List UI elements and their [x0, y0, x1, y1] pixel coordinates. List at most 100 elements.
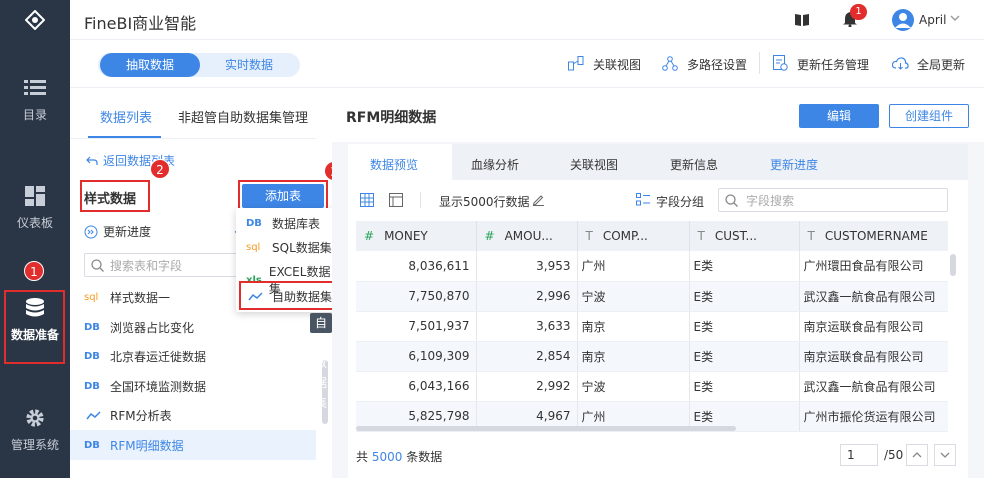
- column-header[interactable]: # MONEY: [356, 221, 477, 251]
- global-update-button[interactable]: 全局更新: [917, 56, 965, 73]
- table-row[interactable]: 6,043,166 2,992 宁波 E类 武汉鑫一航食品有限公司: [356, 371, 948, 402]
- relation-view-button[interactable]: 关联视图: [593, 56, 641, 73]
- list-item[interactable]: RFM分析表: [84, 407, 172, 424]
- list-item[interactable]: DB 全国环境监测数据: [84, 378, 206, 395]
- tab-self-service-admin[interactable]: 非超管自助数据集管理: [178, 107, 308, 126]
- dropdown-item-database-table[interactable]: DB 数据库表: [246, 215, 320, 232]
- update-progress-label: 更新进度: [103, 225, 152, 239]
- avatar[interactable]: [892, 9, 914, 31]
- dropdown-item-label: 数据库表: [272, 217, 321, 231]
- annotation-highlight: [80, 180, 150, 212]
- multipath-settings-button[interactable]: 多路径设置: [687, 56, 747, 73]
- field-group-button[interactable]: 字段分组: [656, 193, 704, 210]
- search-icon: [91, 258, 104, 272]
- create-component-button[interactable]: 创建组件: [889, 104, 969, 128]
- db-icon: DB: [84, 351, 100, 362]
- data-table: # MONEY # AMOU... T COMP... T CUST... T CUSTO…: [356, 221, 948, 432]
- field-group-icon: [636, 193, 650, 206]
- update-progress-button[interactable]: 更新进度: [84, 223, 151, 240]
- page-next-button[interactable]: [934, 444, 956, 466]
- table-header-row: # MONEY # AMOU... T COMP... T CUST... T CUSTO…: [356, 221, 948, 251]
- table-row[interactable]: 8,036,611 3,953 广州 E类 广州環田食品有限公司: [356, 251, 948, 282]
- table-cell: 南京: [577, 311, 690, 342]
- list-item[interactable]: DB 北京春运迁徙数据: [84, 348, 206, 365]
- top-bar: FineBI商业智能 1 April: [70, 0, 984, 40]
- column-header[interactable]: T CUST...: [689, 221, 800, 251]
- nav-item-admin[interactable]: 管理系统: [0, 408, 70, 453]
- nav-label: 管理系统: [10, 438, 59, 452]
- row-count: 5000: [371, 450, 403, 464]
- list-item[interactable]: DB 浏览器占比变化: [84, 319, 194, 336]
- nav-label: 仪表板: [16, 216, 53, 230]
- tab-update-progress[interactable]: 更新进度: [770, 156, 818, 173]
- tab-data-preview[interactable]: 数据预览: [370, 156, 418, 173]
- column-name: CUST...: [714, 229, 757, 243]
- chevron-down-icon[interactable]: [950, 15, 960, 22]
- list-item-label: RFM明细数据: [110, 439, 184, 453]
- nav-item-dashboard[interactable]: 仪表板: [0, 186, 70, 231]
- db-icon: DB: [84, 381, 100, 392]
- text-type-icon: T: [585, 229, 593, 243]
- chevron-up-icon: [912, 452, 922, 458]
- progress-icon: [84, 225, 98, 238]
- tab-lineage[interactable]: 血缘分析: [471, 156, 519, 173]
- table-cell: 3,633: [476, 311, 578, 342]
- edit-button[interactable]: 编辑: [799, 104, 879, 128]
- column-name: MONEY: [384, 229, 428, 243]
- user-name[interactable]: April: [919, 13, 946, 27]
- page-title: RFM明细数据: [346, 110, 437, 126]
- mode-realtime-button[interactable]: 实时数据: [200, 53, 298, 77]
- edit-pencil-icon[interactable]: [532, 193, 545, 206]
- gear-icon: [26, 409, 44, 427]
- book-icon[interactable]: [795, 13, 809, 26]
- app-logo-icon[interactable]: [0, 0, 70, 40]
- dashboard-icon: [25, 186, 45, 206]
- table-cell: E类: [689, 341, 800, 372]
- list-item-selected[interactable]: DB RFM明细数据: [84, 437, 184, 454]
- page-number-input[interactable]: 1: [840, 444, 878, 466]
- main-panel: RFM明细数据 编辑 创建组件 数据预览 血缘分析 关联视图 更新信息 更新进度…: [332, 88, 984, 478]
- horizontal-scrollbar[interactable]: [356, 426, 736, 431]
- table-cell: E类: [689, 281, 800, 312]
- cloud-refresh-icon: [892, 57, 909, 70]
- column-name: COMP...: [602, 229, 648, 243]
- table-cell: 武汉鑫一航食品有限公司: [799, 281, 948, 312]
- table-row[interactable]: 6,109,309 2,854 南京 E类 南京运联食品有限公司: [356, 341, 948, 372]
- grid-view-icon[interactable]: [360, 193, 374, 207]
- table-cell: E类: [689, 251, 800, 282]
- relation-view-icon: [568, 56, 584, 71]
- table-cell: 广州市振伦货运有限公司: [799, 401, 948, 432]
- annotation-badge-2: 2: [150, 159, 170, 179]
- field-search-input[interactable]: 字段搜索: [718, 188, 948, 212]
- dropdown-item-label: SQL数据集: [272, 241, 332, 255]
- update-task-button[interactable]: 更新任务管理: [797, 56, 869, 73]
- field-search-placeholder: 字段搜索: [746, 193, 795, 208]
- column-header[interactable]: T CUSTOMERNAME: [799, 221, 948, 251]
- table-cell: 武汉鑫一航食品有限公司: [799, 371, 948, 402]
- table-cell: 2,996: [476, 281, 578, 312]
- tab-update-info[interactable]: 更新信息: [670, 156, 718, 173]
- mode-extract-button[interactable]: 抽取数据: [100, 53, 200, 77]
- vertical-scrollbar[interactable]: [950, 254, 956, 276]
- tab-data-list[interactable]: 数据列表: [100, 107, 152, 126]
- nav-label: 目录: [22, 108, 47, 122]
- dropdown-item-sql-dataset[interactable]: sql SQL数据集: [246, 239, 332, 256]
- list-item[interactable]: sql 样式数据一: [84, 289, 170, 306]
- layout-view-icon[interactable]: [389, 193, 403, 207]
- nav-item-catalog[interactable]: 目录: [0, 78, 70, 123]
- column-header[interactable]: # AMOU...: [476, 221, 578, 251]
- page-prev-button[interactable]: [906, 444, 928, 466]
- table-row[interactable]: 7,750,870 2,996 宁波 E类 武汉鑫一航食品有限公司: [356, 281, 948, 312]
- sql-icon: sql: [246, 242, 261, 253]
- chevron-down-icon: [940, 452, 950, 458]
- side-nav: 目录 仪表板 1 数据准备 管理系统: [0, 0, 70, 478]
- table-row[interactable]: 7,501,937 3,633 南京 E类 南京运联食品有限公司: [356, 311, 948, 342]
- table-search-input[interactable]: 搜索表和字段: [84, 253, 258, 277]
- list-item-label: RFM分析表: [110, 409, 172, 423]
- divider: [759, 52, 760, 74]
- sql-icon: sql: [84, 292, 99, 303]
- column-header[interactable]: T COMP...: [577, 221, 690, 251]
- tab-relation-view[interactable]: 关联视图: [570, 156, 618, 173]
- db-icon: DB: [84, 322, 100, 333]
- table-cell: 2,992: [476, 371, 578, 402]
